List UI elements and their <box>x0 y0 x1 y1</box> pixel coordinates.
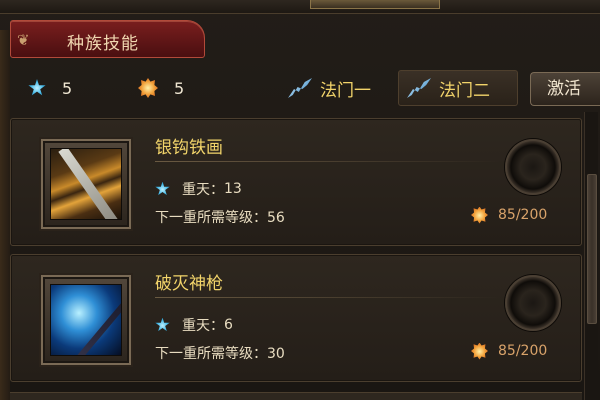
divider <box>155 161 500 162</box>
requirement-label: 下一重所需等级： <box>155 210 267 226</box>
orange-star-count: 5 <box>174 78 185 98</box>
tab-label: 法门二 <box>439 80 490 101</box>
divider <box>155 297 500 298</box>
level-label: 重天： <box>182 182 224 198</box>
level-label: 重天： <box>182 318 224 334</box>
tab-fa-men-1[interactable]: 法门一 <box>280 70 392 106</box>
tab-label: 法门一 <box>320 80 371 101</box>
tab-fa-men-2[interactable]: 法门二 <box>398 70 518 106</box>
fa-swoosh-icon <box>286 75 316 101</box>
requirement-value: 56 <box>267 210 285 226</box>
panel-title: 种族技能 <box>67 34 139 54</box>
cost-value: 85/200 <box>498 207 548 223</box>
skill-card[interactable]: 破灭神枪 重天： 6 下一重所需等级：30 85/200 <box>10 254 582 382</box>
skill-cost: 85/200 <box>471 205 547 225</box>
blue-star-icon <box>155 317 170 332</box>
skill-icon-frame[interactable] <box>41 275 131 365</box>
orange-star-icon <box>138 78 158 98</box>
level-value: 13 <box>224 181 242 197</box>
level-value: 6 <box>224 317 233 333</box>
skill-name: 银钩铁画 <box>155 138 223 158</box>
skill-level-row: 重天： 13 <box>155 179 242 199</box>
orange-star-icon <box>471 342 488 360</box>
scrollbar-thumb[interactable] <box>587 174 597 324</box>
race-skills-panel: ❦ 种族技能 5 5 法门一 法门二 激活 银钩铁画 重天： 13 下一重所需等… <box>0 0 600 400</box>
activate-button[interactable]: 激活 <box>530 72 600 106</box>
requirement-row: 下一重所需等级：30 <box>155 343 285 363</box>
skill-level-row: 重天： 6 <box>155 315 233 335</box>
skill-cost: 85/200 <box>471 341 547 361</box>
blue-star-count: 5 <box>62 78 73 98</box>
upgrade-medallion-button[interactable] <box>505 139 561 195</box>
requirement-label: 下一重所需等级： <box>155 346 267 362</box>
orange-star-counter: 5 <box>138 76 184 100</box>
next-skill-card-edge <box>10 392 582 400</box>
gold-claw-skill-icon <box>50 148 122 220</box>
blue-star-counter: 5 <box>28 76 72 100</box>
panel-title-tab[interactable]: ❦ 种族技能 <box>10 20 205 58</box>
blue-star-icon <box>155 181 170 196</box>
scrollbar[interactable] <box>584 112 598 400</box>
upgrade-medallion-button[interactable] <box>505 275 561 331</box>
ornament-swirl-icon: ❦ <box>17 31 30 49</box>
blue-spear-skill-icon <box>50 284 122 356</box>
top-frame-bar <box>0 0 600 14</box>
requirement-value: 30 <box>267 346 285 362</box>
skill-card[interactable]: 银钩铁画 重天： 13 下一重所需等级：56 85/200 <box>10 118 582 246</box>
requirement-row: 下一重所需等级：56 <box>155 207 285 227</box>
skill-name: 破灭神枪 <box>155 274 223 294</box>
top-frame-notch <box>310 0 440 9</box>
cost-value: 85/200 <box>498 343 548 359</box>
blue-star-icon <box>28 79 46 96</box>
resource-counters: 5 5 法门一 法门二 <box>0 68 600 108</box>
orange-star-icon <box>471 206 488 224</box>
fa-swoosh-icon <box>405 75 435 101</box>
skill-list: 银钩铁画 重天： 13 下一重所需等级：56 85/200 破灭神枪 重天： 6… <box>10 112 582 400</box>
skill-icon-frame[interactable] <box>41 139 131 229</box>
